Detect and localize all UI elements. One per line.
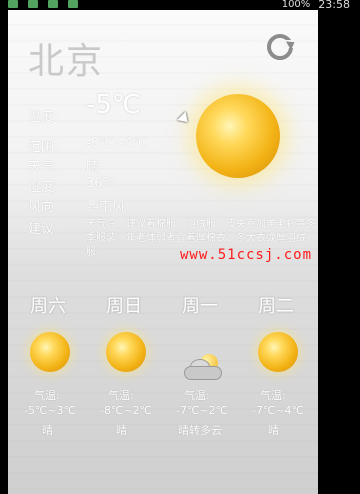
forecast-range: -7℃~2℃: [176, 404, 228, 417]
forecast-day: 周一: [182, 296, 218, 317]
wind-label: 风向:: [28, 200, 59, 215]
wind-value: 西南风: [86, 200, 126, 215]
status-icons-right: 100% 23:58: [282, 0, 350, 10]
refresh-icon[interactable]: [267, 34, 294, 60]
forecast-temp-label: 气温:: [184, 389, 210, 402]
advice-label: 建议:: [28, 222, 59, 237]
sun-icon: [258, 332, 298, 372]
watermark-text: www.51ccsj.com: [180, 247, 313, 263]
forecast-temp-label: 气温:: [108, 389, 134, 402]
forecast-weather: 晴: [268, 424, 279, 437]
sun-icon: [30, 332, 70, 372]
humidity-label: 湿度:: [28, 180, 59, 195]
forecast-range: -8℃~2℃: [100, 404, 152, 417]
forecast-weather: 晴: [42, 424, 53, 437]
weather-value: 晴: [86, 160, 100, 175]
notification-icon: [48, 0, 58, 8]
sun-icon: [196, 94, 280, 178]
humidity-value: 36%: [86, 176, 115, 191]
forecast-temp-label: 气温:: [260, 389, 286, 402]
weather-label: 天气:: [28, 160, 59, 175]
notification-icon: [8, 0, 18, 8]
forecast-weather: 晴: [116, 424, 127, 437]
sun-icon: [106, 332, 146, 372]
partly-cloudy-icon: [180, 354, 224, 382]
city-name: 北京: [28, 41, 105, 82]
temperature-label: 温度:: [28, 110, 59, 125]
forecast-day: 周六: [30, 296, 66, 317]
current-temperature: -5℃: [86, 90, 142, 120]
forecast-day: 周日: [106, 296, 142, 317]
forecast-range: -5℃~3℃: [24, 404, 76, 417]
status-icons-left: [8, 0, 78, 8]
battery-text: 100%: [281, 0, 311, 10]
status-time: 23:58: [318, 0, 350, 11]
status-bar: 100% 23:58: [0, 0, 360, 10]
forecast-day: 周二: [258, 296, 294, 317]
range-label: 范围:: [28, 140, 59, 155]
range-value: -8℃~4℃: [86, 136, 148, 151]
forecast-temp-label: 气温:: [34, 389, 60, 402]
forecast-range: -7℃~4℃: [252, 404, 304, 417]
notification-icon: [28, 0, 38, 8]
notification-icon: [68, 0, 78, 8]
forecast-weather: 晴转多云: [178, 424, 222, 437]
